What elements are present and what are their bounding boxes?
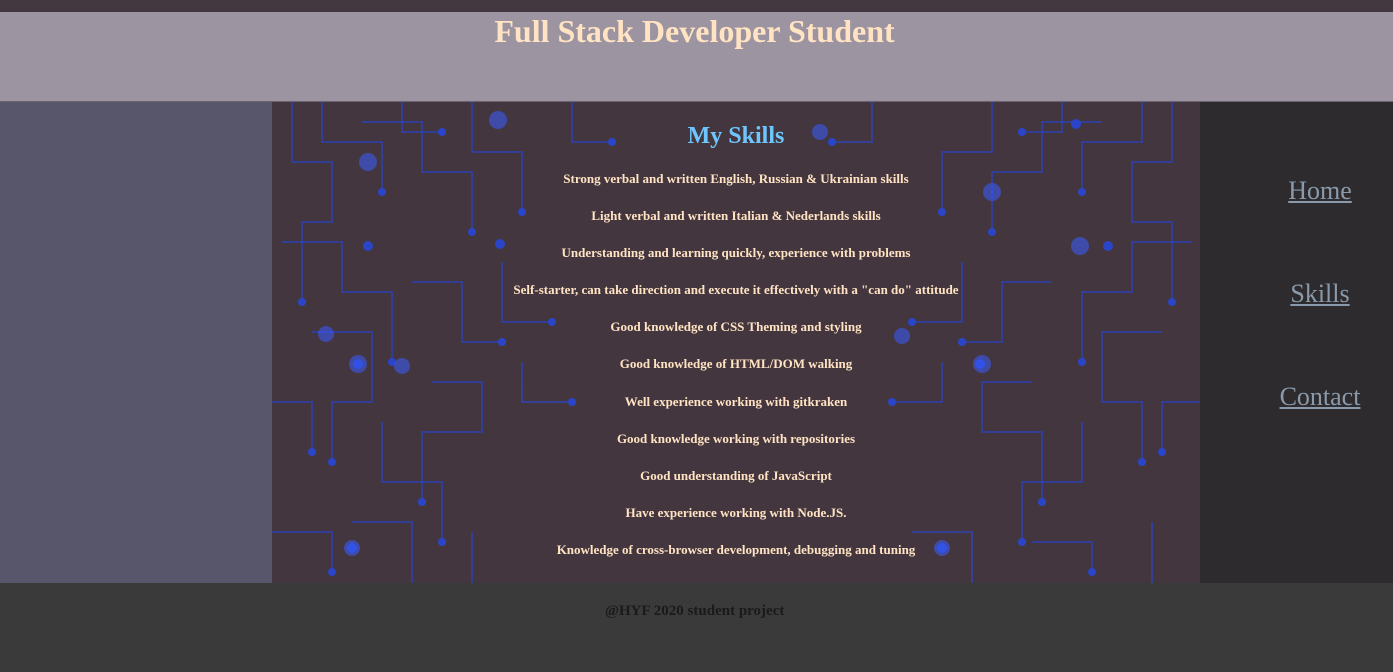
skills-list: Strong verbal and written English, Russi… <box>272 170 1200 578</box>
skill-item: Good knowledge of CSS Theming and stylin… <box>610 319 862 335</box>
skills-heading: My Skills <box>687 123 785 149</box>
page-header: Full Stack Developer Student <box>0 12 1393 102</box>
skill-item: Have experience working with Node.JS. <box>625 504 847 520</box>
skill-item: Good knowledge working with repositories <box>616 430 856 446</box>
page-title: Full Stack Developer Student <box>494 13 895 49</box>
footer-text: @HYF 2020 student project <box>605 603 785 619</box>
skill-item: Knowledge of cross-browser development, … <box>556 541 916 557</box>
skill-item: Understanding and learning quickly, expe… <box>561 245 911 261</box>
nav-link-home[interactable]: Home <box>1200 176 1393 206</box>
skill-item: Self-starter, can take direction and exe… <box>513 282 959 298</box>
side-navigation: Home Skills Contact <box>1200 102 1393 583</box>
page-footer: @HYF 2020 student project <box>0 583 1393 672</box>
skill-item: Strong verbal and written English, Russi… <box>563 171 909 186</box>
skill-item: Good knowledge of HTML/DOM walking <box>619 356 853 372</box>
nav-link-skills[interactable]: Skills <box>1200 279 1393 309</box>
top-strip <box>0 0 1393 12</box>
left-sidebar <box>0 102 272 583</box>
skill-item: Light verbal and written Italian & Neder… <box>591 208 881 224</box>
nav-link-contact[interactable]: Contact <box>1200 382 1393 412</box>
skills-section: My Skills Strong verbal and written Engl… <box>272 102 1200 583</box>
skill-item: Well experience working with gitkraken <box>624 393 848 409</box>
skill-item: Good understanding of JavaScript <box>640 467 832 483</box>
